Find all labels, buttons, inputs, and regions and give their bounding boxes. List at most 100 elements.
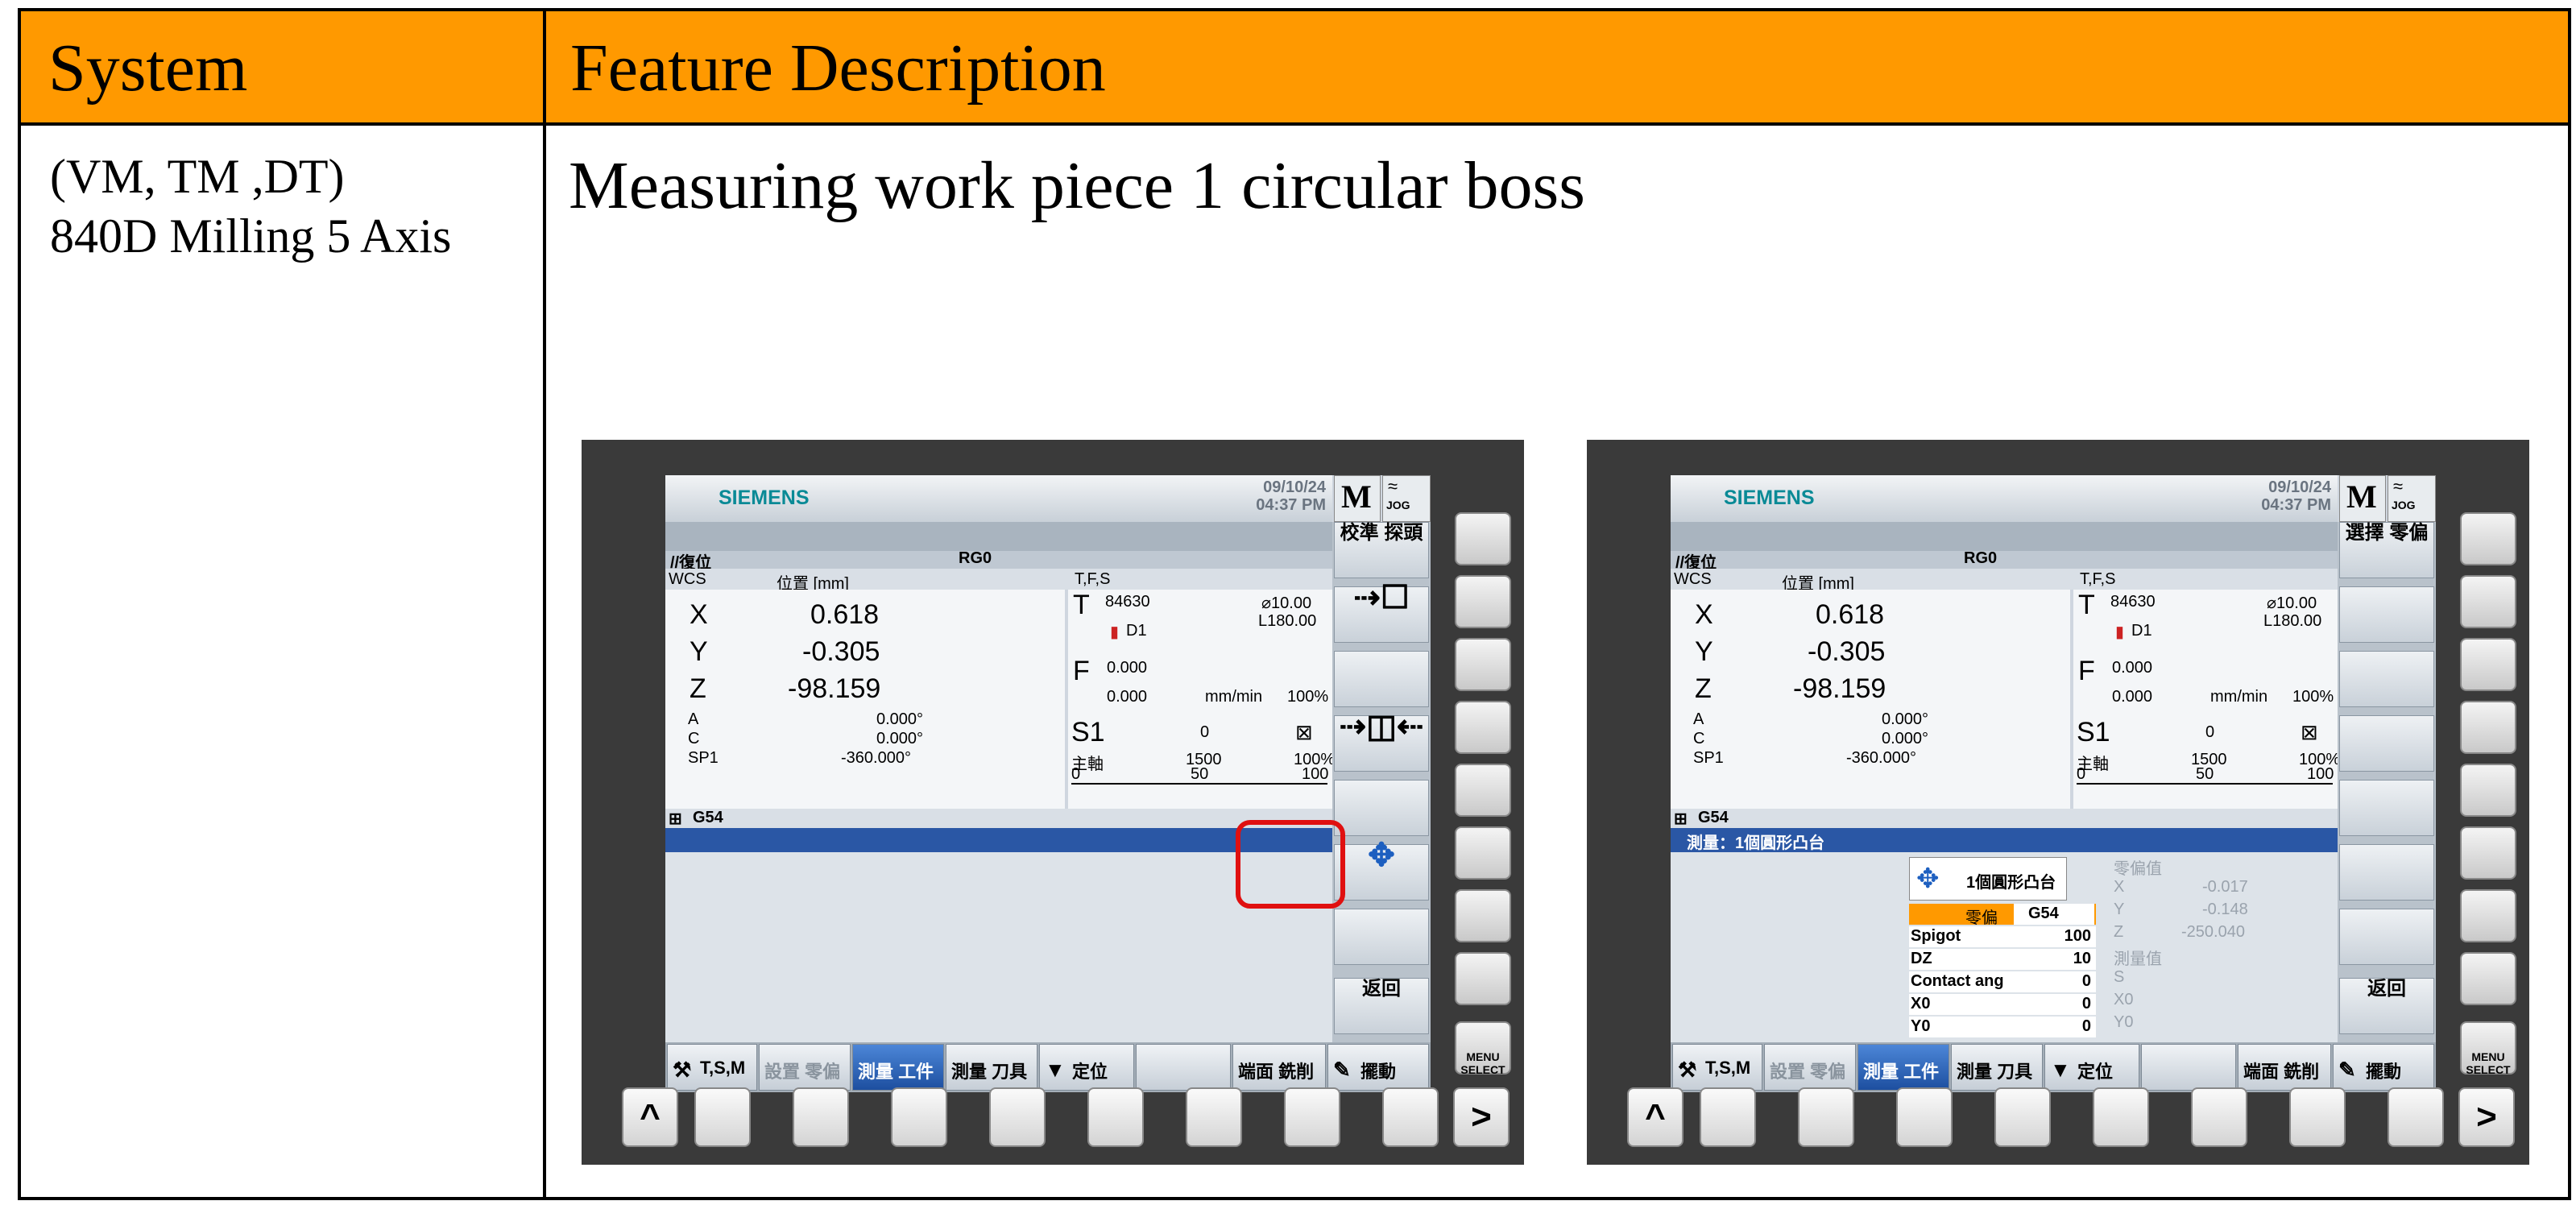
position-header: WCS 位置 [mm] T,F,S [1671,569,2338,593]
vsoft-7[interactable] [1334,909,1429,965]
tool-icon: ⚒ [673,1058,692,1082]
position-icon: ▼ [1045,1058,1066,1082]
vsoft-5[interactable] [1334,780,1429,836]
vsoft-5[interactable] [2339,780,2434,836]
select-offset-button[interactable]: 選擇 零偏 [2339,522,2434,578]
hardkey-5[interactable] [1455,764,1511,817]
edge-measure-button[interactable]: ⇢☐ [1334,582,1429,643]
menu-select-key[interactable]: MENU SELECT [2460,1021,2516,1076]
measure-tool-button[interactable]: 測量 刀具 [946,1044,1037,1091]
field-dz[interactable]: DZ 10 [1909,949,2096,970]
tsm-button[interactable]: ⚒ T,S,M [667,1044,757,1091]
set-offset-button[interactable]: 設置 零偏 [759,1044,851,1091]
bottom-key-8[interactable] [2388,1087,2444,1147]
tfs-window: T 84630 ⌀10.00 L180.00 ▮ D1 F 0.000 0.000… [1068,590,1335,809]
position-window: X 0.618 Y -0.305 Z -98.159 A 0.000° C 0.000° … [665,590,1065,809]
right-key[interactable]: > [1453,1087,1510,1147]
circular-boss-button[interactable]: ✥ [1334,839,1429,901]
system-cell: (VM, TM ,DT) 840D Milling 5 Axis [50,147,451,266]
measure-form: ✥ 1個圓形凸台 零偏 G54 Spigot 100 DZ 10 Contact a… [1671,852,2338,1042]
field-offset-value[interactable]: G54 [2014,904,2094,925]
bottom-key-7[interactable] [1284,1087,1340,1147]
bottom-key-5[interactable] [1087,1087,1144,1147]
vertical-softkeys: 選擇 零偏 返回 [2338,522,2436,1042]
bottom-hardkeys: ^ > [1603,1087,2529,1152]
field-x0[interactable]: X0 0 [1909,994,2096,1015]
machine-mode-icon: M [2339,475,2386,522]
hsoft-empty[interactable] [1136,1044,1231,1091]
hardkey-6[interactable] [2460,826,2516,880]
bottom-key-8[interactable] [1382,1087,1439,1147]
hardkey-8[interactable] [2460,952,2516,1005]
hardkey-4[interactable] [2460,701,2516,754]
title-bar: SIEMENS 09/10/24 04:37 PM [665,475,1332,522]
right-key[interactable]: > [2458,1087,2515,1147]
measure-tool-button[interactable]: 測量 刀具 [1951,1044,2043,1091]
datetime: 09/10/24 04:37 PM [2261,478,2331,514]
bottom-key-6[interactable] [1186,1087,1242,1147]
face-milling-button[interactable]: 端面 銑削 [1232,1044,1326,1091]
bottom-key-4[interactable] [989,1087,1046,1147]
hardkey-2[interactable] [2460,575,2516,628]
up-key[interactable]: ^ [1627,1087,1684,1147]
hardkey-8[interactable] [1455,952,1511,1005]
tsm-button[interactable]: ⚒ T,S,M [1672,1044,1762,1091]
bottom-key-3[interactable] [1896,1087,1953,1147]
header-system: System [48,31,248,106]
hardkey-1[interactable] [1455,512,1511,565]
vsoft-6[interactable] [2339,844,2434,901]
hardkey-3[interactable] [2460,638,2516,691]
bottom-key-7[interactable] [2289,1087,2346,1147]
jog-mode-icon: ≈ JOG [2388,475,2436,522]
hardkey-3[interactable] [1455,638,1511,691]
swivel-icon: ✎ [1333,1058,1351,1082]
slot-measure-button[interactable]: ⇢◫⇠ [1334,710,1429,772]
channel-status: //復位 RG0 [665,549,1332,572]
field-y0[interactable]: Y0 0 [1909,1017,2096,1037]
field-contact-angle[interactable]: Contact ang 0 [1909,971,2096,992]
hardkey-7[interactable] [1455,889,1511,942]
menu-select-key[interactable]: MENU SELECT [1455,1021,1511,1076]
swivel-button[interactable]: ✎ 擺動 [1327,1044,1429,1091]
channel-status: //復位 RG0 [1671,549,2338,572]
bottom-key-4[interactable] [1994,1087,2051,1147]
bottom-key-2[interactable] [1798,1087,1854,1147]
hardkey-2[interactable] [1455,575,1511,628]
set-offset-button[interactable]: 設置 零偏 [1764,1044,1856,1091]
hardkey-7[interactable] [2460,889,2516,942]
vsoft-3[interactable] [2339,651,2434,707]
hmi-screen: SIEMENS 09/10/24 04:37 PM M ≈ JOG //復位 RG0 … [665,475,1431,1092]
hardkey-1[interactable] [2460,512,2516,565]
vsoft-7[interactable] [2339,909,2434,965]
bottom-key-2[interactable] [793,1087,849,1147]
position-button[interactable]: ▼ 定位 [2044,1044,2139,1091]
swivel-button[interactable]: ✎ 擺動 [2333,1044,2434,1091]
back-button[interactable]: 返回 [2339,978,2434,1034]
bottom-key-3[interactable] [891,1087,947,1147]
bottom-key-1[interactable] [694,1087,751,1147]
field-spigot[interactable]: Spigot 100 [1909,926,2096,947]
measure-workpiece-button[interactable]: 測量 工件 [852,1044,944,1091]
hmi-screen: SIEMENS 09/10/24 04:37 PM M ≈ JOG //復位 RG0 … [1671,475,2436,1092]
measure-workpiece-button[interactable]: 測量 工件 [1857,1044,1949,1091]
bottom-key-6[interactable] [2191,1087,2247,1147]
face-milling-button[interactable]: 端面 銑削 [2238,1044,2331,1091]
system-variants: (VM, TM ,DT) [50,150,345,203]
vsoft-3[interactable] [1334,651,1429,707]
horizontal-softkeys: ⚒ T,S,M 設置 零偏 測量 工件 測量 刀具 ▼ 定位 端面 銑削 ✎ 擺動 [1671,1042,2436,1092]
bottom-hardkeys: ^ > [598,1087,1524,1152]
calibrate-probe-button[interactable]: 校準 探頭 [1334,522,1429,578]
datetime: 09/10/24 04:37 PM [1256,478,1326,514]
hardkey-6[interactable] [1455,826,1511,880]
hardkey-5[interactable] [2460,764,2516,817]
circular-boss-selector[interactable]: ✥ 1個圓形凸台 [1909,857,2067,901]
hardkey-4[interactable] [1455,701,1511,754]
hsoft-empty[interactable] [2141,1044,2236,1091]
vsoft-4[interactable] [2339,715,2434,772]
bottom-key-5[interactable] [2093,1087,2149,1147]
position-button[interactable]: ▼ 定位 [1039,1044,1134,1091]
bottom-key-1[interactable] [1700,1087,1756,1147]
up-key[interactable]: ^ [622,1087,678,1147]
vsoft-2[interactable] [2339,586,2434,643]
back-button[interactable]: 返回 [1334,978,1429,1034]
